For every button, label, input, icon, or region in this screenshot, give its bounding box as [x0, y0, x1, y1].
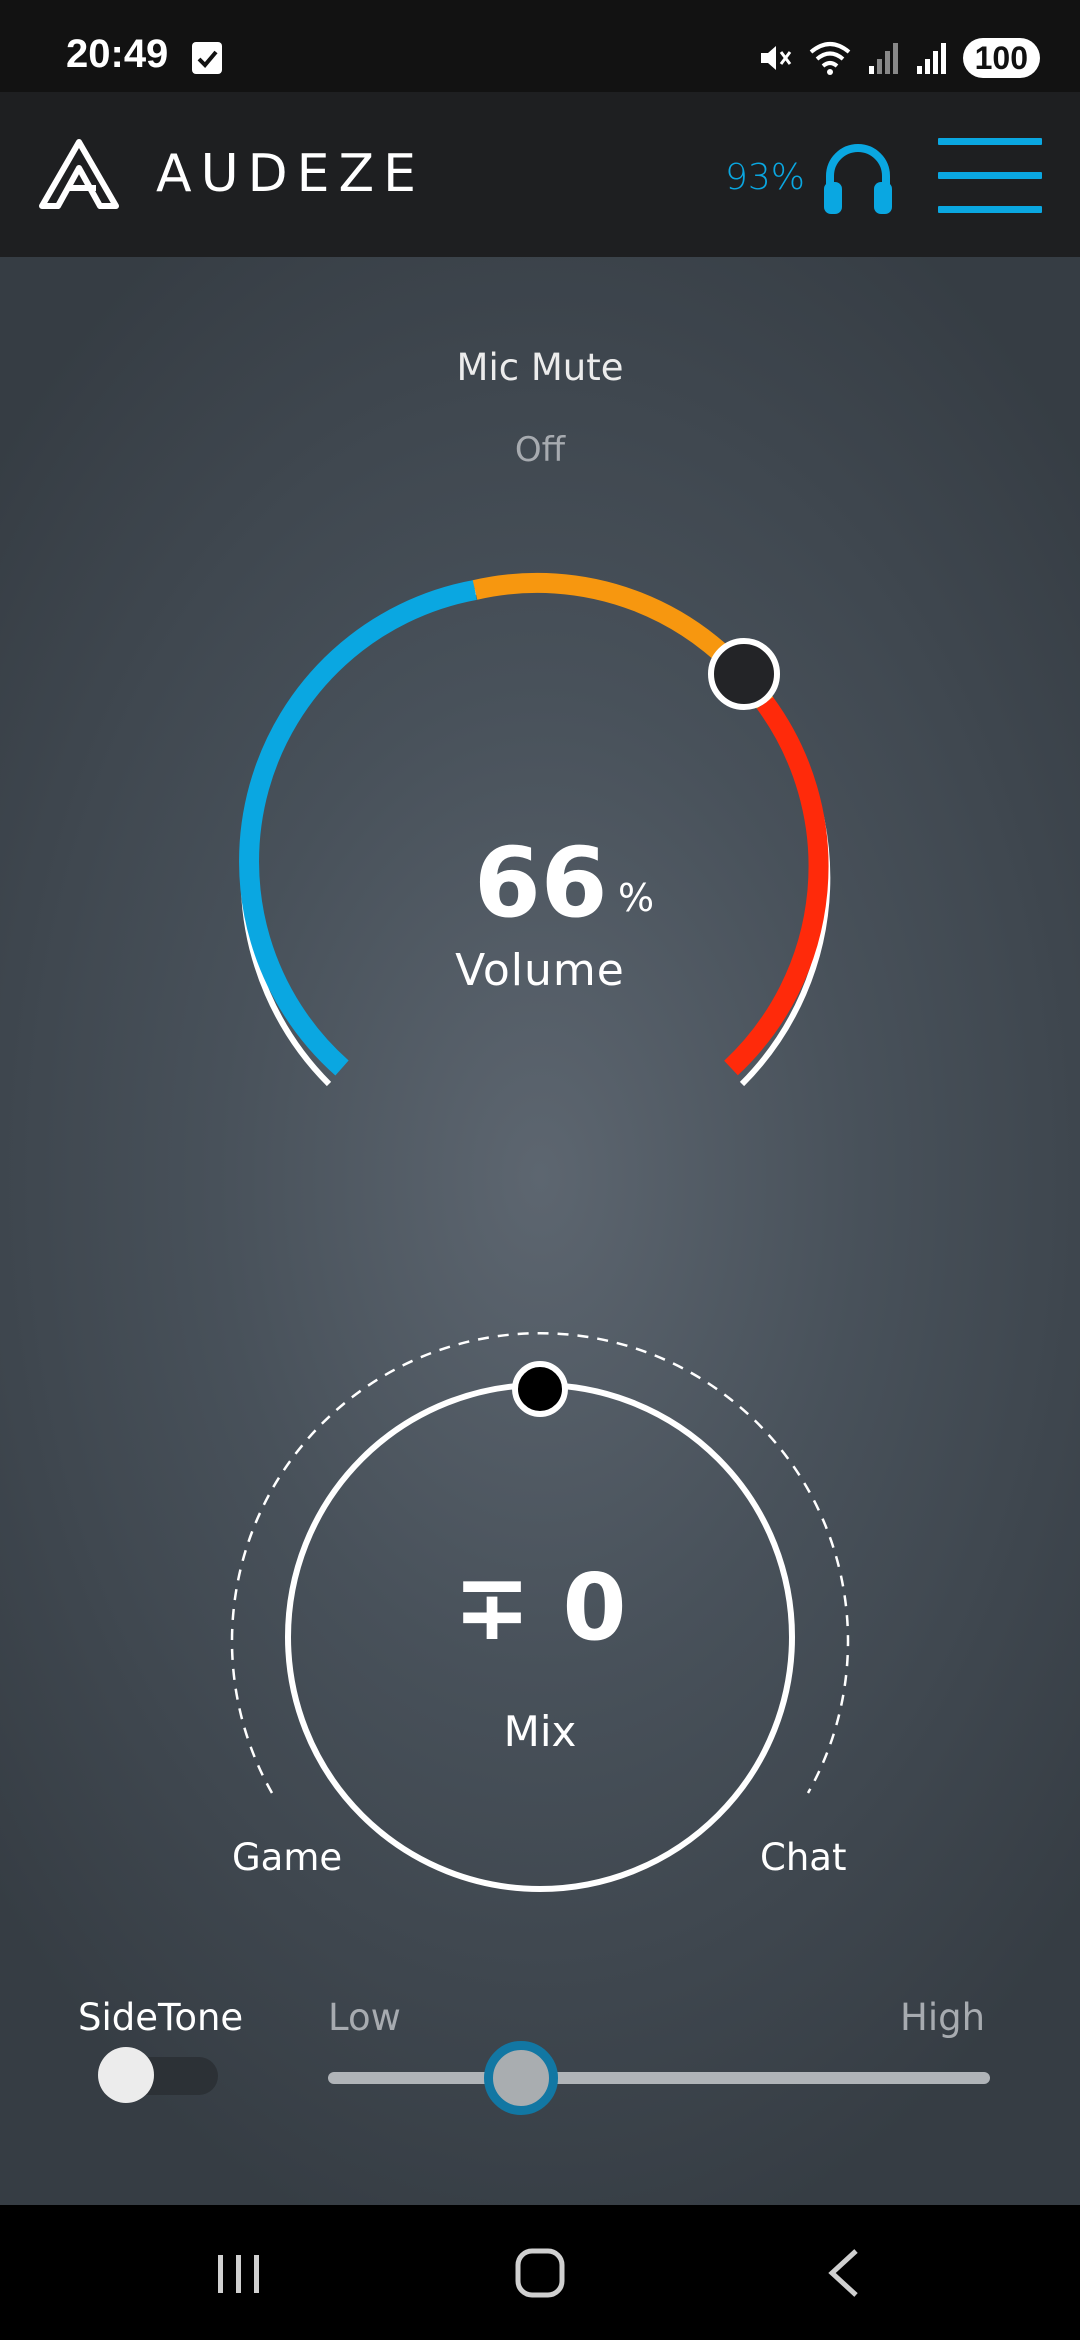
volume-arc-high [724, 697, 829, 1076]
status-time: 20:49 [66, 32, 169, 76]
status-icons: 100 [757, 36, 1040, 80]
mix-value: ∓ 0 [453, 1554, 627, 1661]
system-nav-bar [0, 2205, 1080, 2340]
headset-battery-level: 93% [725, 157, 806, 198]
sidetone-label: SideTone [78, 1996, 244, 2039]
volume-knob[interactable] [708, 638, 780, 710]
nav-back-button[interactable] [752, 2205, 932, 2340]
menu-icon[interactable] [938, 136, 1042, 216]
wifi-icon [809, 42, 850, 75]
sidetone-slider-track[interactable] [328, 2072, 990, 2084]
app-header: AUDEZE 93% [0, 92, 1080, 257]
back-icon [828, 2249, 858, 2297]
brand-name: AUDEZE [156, 144, 426, 204]
mix-label: Mix [503, 1707, 577, 1756]
signal-icon [916, 43, 946, 74]
main-panel: Mic Mute Off 66 % Volume ∓ 0 Mix Game Ch… [0, 257, 1080, 2205]
home-icon [515, 2248, 565, 2298]
nav-home-button[interactable] [450, 2205, 630, 2340]
mix-chat-label: Chat [760, 1836, 847, 1879]
status-bar: 20:49 100 [0, 0, 1080, 92]
sidetone-low-label: Low [328, 1996, 401, 2039]
volume-value: 66 [474, 827, 608, 939]
sidetone-high-label: High [900, 1996, 986, 2039]
headphones-icon[interactable] [820, 138, 896, 218]
checklist-notification-icon [192, 42, 222, 74]
mix-knob[interactable] [512, 1361, 568, 1417]
volume-unit: % [618, 876, 655, 920]
volume-label: Volume [455, 945, 625, 996]
app-screen: 20:49 100 AUDEZE 93% Mic Mute Off 66 % V… [0, 0, 1080, 2340]
nav-recents-button[interactable] [148, 2205, 328, 2340]
signal-icon [868, 43, 898, 74]
mix-game-label: Game [232, 1836, 343, 1879]
audeze-logo-icon [39, 139, 119, 209]
battery-indicator: 100 [962, 38, 1040, 78]
controls-graphic [230, 572, 850, 1892]
recents-icon [218, 2255, 259, 2293]
mute-icon [760, 46, 791, 70]
sidetone-toggle-knob[interactable] [98, 2047, 154, 2103]
volume-arc-low [239, 580, 477, 1076]
sidetone-slider-thumb[interactable] [484, 2041, 558, 2115]
